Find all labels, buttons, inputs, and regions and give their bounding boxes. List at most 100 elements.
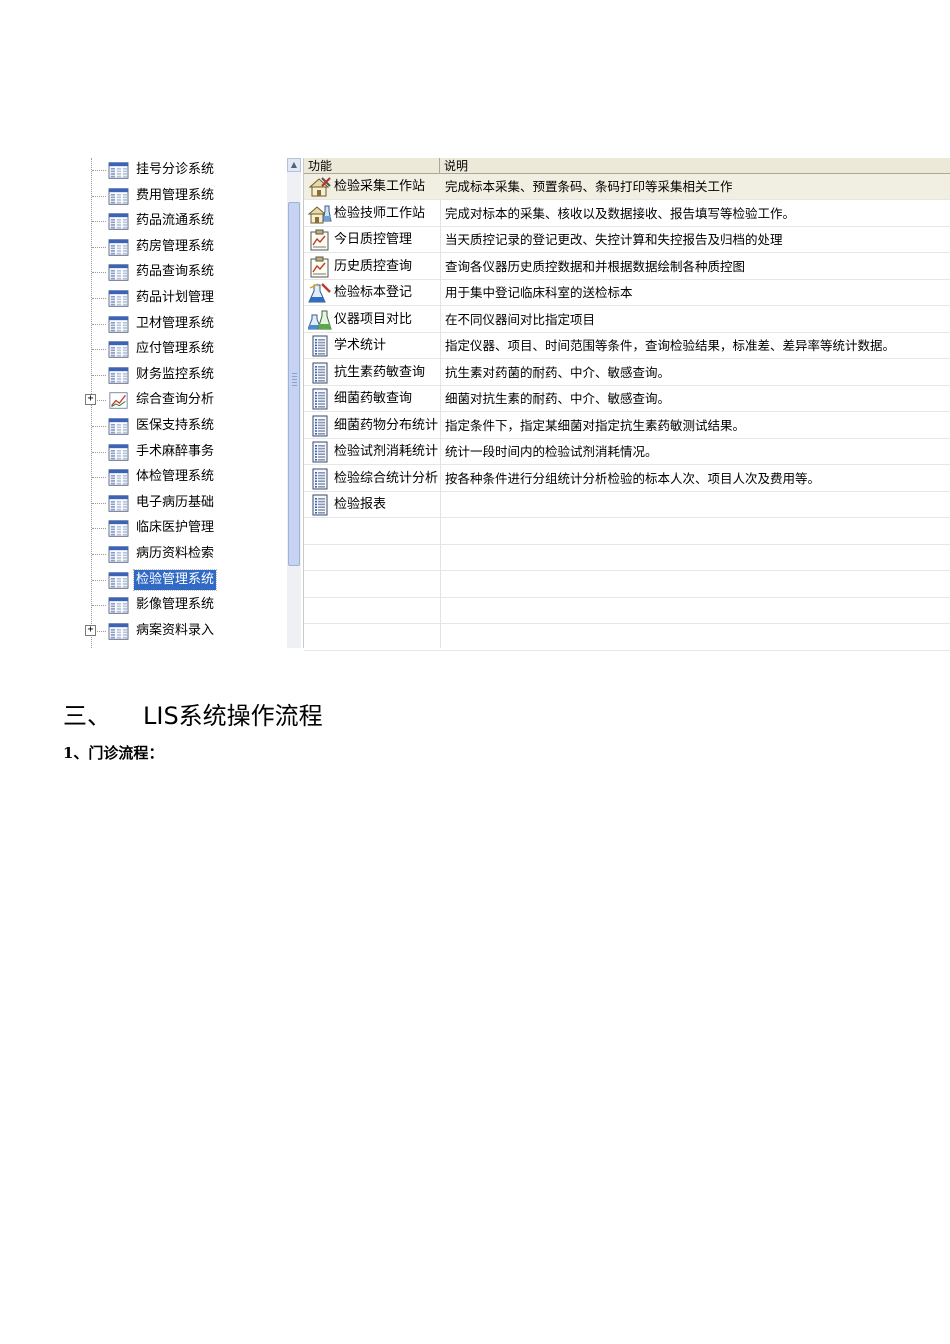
function-name: 细菌药敏查询: [334, 391, 413, 406]
tree-item-label: 应付管理系统: [136, 341, 215, 357]
function-description: 在不同仪器间对比指定项目: [445, 311, 596, 327]
document-list-icon: [308, 441, 332, 463]
tree-item[interactable]: 影像管理系统: [80, 593, 290, 618]
function-name: 检验标本登记: [334, 285, 413, 300]
tree-item[interactable]: 药品查询系统: [80, 260, 290, 285]
document-list-icon: [308, 362, 332, 384]
tree-item[interactable]: 挂号分诊系统: [80, 158, 290, 183]
module-tree: 挂号分诊系统 费用管理系统 药品流通系统 药房管理系统药品查询系统 药品计划管理 卫材管理…: [80, 158, 290, 648]
table-window-icon: [108, 417, 129, 436]
clipboard-chart-icon: [308, 229, 332, 251]
tree-item-label: 病历资料检索: [136, 546, 215, 561]
list-row[interactable]: 检验报表: [304, 492, 950, 518]
tree-item-label: 影像管理系统: [136, 597, 215, 613]
function-description: 统计一段时间内的检验试剂消耗情况。: [445, 444, 658, 459]
tree-item-label: 挂号分诊系统: [136, 162, 215, 177]
function-description: 指定条件下，指定某细菌对指定抗生素药敏测试结果。: [445, 417, 746, 433]
list-row[interactable]: 检验试剂消耗统计 统计一段时间内的检验试剂消耗情况。: [304, 439, 950, 465]
tree-item[interactable]: + 综合查询分析: [80, 388, 290, 413]
list-row[interactable]: 检验技师工作站 完成对标本的采集、核收以及数据接收、报告填写等检验工作。: [304, 201, 950, 227]
table-window-icon: [108, 161, 129, 180]
tree-item-label: 电子病历基础: [136, 494, 215, 510]
table-window-icon: [108, 519, 129, 538]
expand-plus-icon[interactable]: +: [85, 394, 96, 406]
tree-branch-line: [92, 477, 106, 479]
list-row[interactable]: 细菌药物分布统计 指定条件下，指定某细菌对指定抗生素药敏测试结果。: [304, 413, 950, 439]
tree-item[interactable]: 财务监控系统: [80, 363, 290, 388]
tree-item[interactable]: 应付管理系统: [80, 337, 290, 362]
scroll-thumb[interactable]: [288, 202, 300, 566]
table-window-icon: [108, 468, 129, 487]
tree-branch-line: [92, 298, 106, 299]
subsection-heading: 1、门诊流程：: [63, 744, 164, 762]
tree-item[interactable]: + 病案资料录入: [80, 619, 290, 644]
document-list-icon: [308, 335, 332, 357]
table-window-icon: [108, 238, 129, 257]
tree-branch-line: [92, 502, 106, 504]
tree-item[interactable]: 药品计划管理: [80, 286, 290, 311]
function-description: 用于集中登记临床科室的送检标本: [445, 285, 633, 300]
list-row[interactable]: 检验采集工作站 完成标本采集、预置条码、条码打印等采集相关工作: [304, 174, 950, 200]
tree-item-label: 药品流通系统: [136, 213, 215, 229]
empty-list-row: [304, 545, 950, 571]
tree-item-label: 综合查询分析: [136, 392, 215, 408]
tree-item[interactable]: 电子病历基础: [80, 491, 290, 516]
function-name: 细菌药物分布统计: [334, 417, 439, 433]
tree-item[interactable]: 药房管理系统: [80, 235, 290, 260]
tree-branch-line: [92, 272, 106, 274]
tree-branch-line: [92, 374, 106, 376]
table-window-icon: [108, 571, 129, 590]
tree-item[interactable]: 医保支持系统: [80, 414, 290, 439]
scroll-up-arrow-icon[interactable]: ▲: [287, 158, 301, 172]
list-row[interactable]: 抗生素药敏查询 抗生素对药菌的耐药、中介、敏感查询。: [304, 360, 950, 386]
function-name: 检验技师工作站: [334, 205, 426, 221]
column-header-function[interactable]: 功能: [304, 158, 440, 174]
list-row[interactable]: 检验综合统计分析 按各种条件进行分组统计分析检验的标本人次、项目人次及费用等。: [304, 466, 950, 492]
table-window-icon: [108, 263, 129, 282]
function-description: 查询各仪器历史质控数据和并根据数据绘制各种质控图: [445, 258, 746, 274]
list-row[interactable]: 学术统计 指定仪器、项目、时间范围等条件，查询检验结果，标准差、差异率等统计数据。: [304, 333, 950, 359]
function-description: 细菌对抗生素的耐药、中介、敏感查询。: [445, 391, 671, 406]
tree-item[interactable]: 卫材管理系统: [80, 312, 290, 337]
tree-item[interactable]: 病历资料检索: [80, 542, 290, 567]
function-name: 检验综合统计分析: [334, 470, 439, 486]
table-window-icon: [108, 622, 129, 641]
table-window-icon: [108, 212, 129, 231]
tree-item[interactable]: 手术麻醉事务: [80, 440, 290, 465]
document-list-icon: [308, 468, 332, 490]
list-row[interactable]: 今日质控管理 当天质控记录的登记更改、失控计算和失控报告及归档的处理: [304, 227, 950, 253]
tree-scrollbar[interactable]: ▲: [287, 158, 301, 648]
table-window-icon: [108, 494, 129, 513]
list-header: 功能 说明: [304, 158, 950, 174]
list-row[interactable]: 仪器项目对比 在不同仪器间对比指定项目: [304, 307, 950, 333]
tree-item-label: 临床医护管理: [136, 520, 215, 536]
scroll-grip: [292, 373, 297, 387]
function-description: 指定仪器、项目、时间范围等条件，查询检验结果，标准差、差异率等统计数据。: [445, 338, 896, 353]
tree-item-label: 费用管理系统: [136, 187, 215, 203]
document-list-icon: [308, 388, 332, 410]
column-header-description[interactable]: 说明: [440, 158, 950, 174]
tree-item[interactable]: 药品流通系统: [80, 209, 290, 234]
tree-branch-line: [92, 605, 106, 607]
tree-item[interactable]: 费用管理系统: [80, 184, 290, 209]
list-row[interactable]: 细菌药敏查询 细菌对抗生素的耐药、中介、敏感查询。: [304, 386, 950, 412]
empty-list-row: [304, 519, 950, 545]
tree-branch-line: [92, 323, 106, 325]
function-name: 抗生素药敏查询: [334, 364, 426, 380]
tree-item[interactable]: 检验管理系统: [80, 568, 290, 593]
list-row[interactable]: 历史质控查询 查询各仪器历史质控数据和并根据数据绘制各种质控图: [304, 254, 950, 280]
tree-branch-line: [92, 246, 106, 248]
function-name: 今日质控管理: [334, 232, 413, 247]
expand-plus-icon[interactable]: +: [85, 624, 96, 636]
list-row[interactable]: 检验标本登记 用于集中登记临床科室的送检标本: [304, 280, 950, 306]
tree-branch-line: [92, 579, 106, 581]
tree-item[interactable]: 体检管理系统: [80, 465, 290, 490]
tree-item-label: 医保支持系统: [136, 418, 215, 433]
function-description: 完成对标本的采集、核收以及数据接收、报告填写等检验工作。: [445, 205, 796, 221]
tree-item-label: 财务监控系统: [136, 366, 215, 382]
tree-item-label: 药房管理系统: [136, 238, 215, 254]
tree-item[interactable]: 临床医护管理: [80, 516, 290, 541]
tree-item-label: 检验管理系统: [132, 568, 218, 591]
table-window-icon: [108, 545, 129, 564]
function-name: 检验采集工作站: [334, 179, 426, 194]
